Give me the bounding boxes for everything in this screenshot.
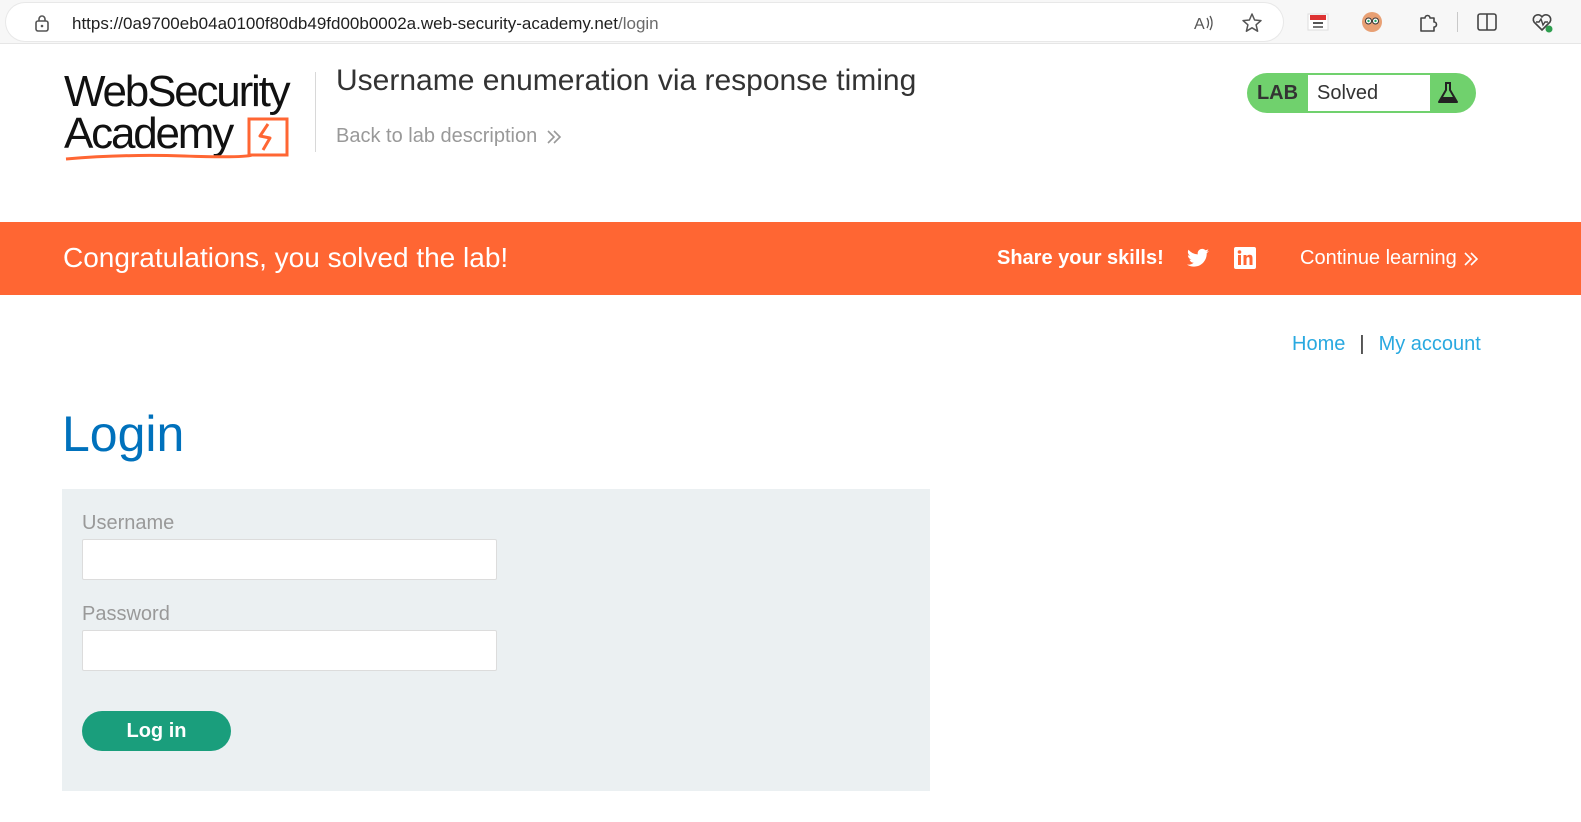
my-account-link[interactable]: My account	[1379, 333, 1481, 356]
split-screen-icon[interactable]	[1475, 10, 1499, 34]
flag-extension-icon[interactable]	[1306, 10, 1330, 34]
logo-line-1: WebSecurity	[64, 67, 291, 116]
url-host: https://0a9700eb04a0100f80db49fd00b0002a…	[72, 14, 618, 33]
back-link-label: Back to lab description	[336, 125, 538, 147]
nav-separator: |	[1359, 333, 1365, 355]
logo-underline-icon	[65, 153, 253, 161]
avatar-extension-icon[interactable]	[1360, 10, 1384, 34]
continue-learning-label: Continue learning	[1300, 247, 1457, 269]
lock-icon[interactable]	[34, 14, 50, 32]
web-security-academy-logo[interactable]: WebSecurity Academy	[64, 70, 314, 165]
url-text[interactable]: https://0a9700eb04a0100f80db49fd00b0002a…	[72, 14, 659, 34]
continue-learning-link[interactable]: Continue learning	[1300, 247, 1479, 270]
username-input[interactable]	[82, 539, 497, 580]
svg-text:A: A	[1194, 16, 1205, 33]
double-chevron-right-icon	[547, 129, 562, 144]
logo-line-2: Academy	[64, 109, 234, 158]
browser-toolbar: https://0a9700eb04a0100f80db49fd00b0002a…	[0, 0, 1581, 44]
lab-status-widget: LAB Solved	[1247, 73, 1476, 113]
share-label: Share your skills!	[997, 247, 1164, 269]
read-aloud-icon[interactable]: A	[1192, 12, 1214, 34]
favorite-star-icon[interactable]	[1241, 12, 1263, 34]
browser-essentials-icon[interactable]	[1530, 10, 1554, 34]
extensions-puzzle-icon[interactable]	[1416, 10, 1440, 34]
home-link[interactable]: Home	[1292, 333, 1345, 356]
lab-title: Username enumeration via response timing	[336, 64, 917, 97]
page-title: Login	[62, 406, 185, 462]
solved-message: Congratulations, you solved the lab!	[63, 242, 509, 273]
solved-banner: Congratulations, you solved the lab! Sha…	[0, 222, 1581, 295]
twitter-icon[interactable]	[1186, 246, 1210, 270]
password-label: Password	[82, 603, 170, 625]
lab-state: Solved	[1308, 75, 1430, 111]
login-form: Username Password Log in	[62, 489, 930, 791]
top-nav-links: Home | My account	[1292, 333, 1481, 356]
url-path: /login	[617, 14, 659, 33]
address-bar[interactable]: https://0a9700eb04a0100f80db49fd00b0002a…	[6, 3, 1283, 41]
log-in-button[interactable]: Log in	[82, 711, 231, 751]
header-divider	[315, 72, 316, 152]
double-chevron-right-icon	[1464, 251, 1478, 266]
linkedin-icon[interactable]	[1234, 247, 1256, 269]
lab-tag: LAB	[1256, 82, 1299, 104]
flask-icon	[1438, 82, 1458, 103]
back-to-lab-description-link[interactable]: Back to lab description	[336, 125, 563, 148]
username-label: Username	[82, 512, 175, 534]
toolbar-separator	[1457, 12, 1458, 32]
password-input[interactable]	[82, 630, 497, 671]
